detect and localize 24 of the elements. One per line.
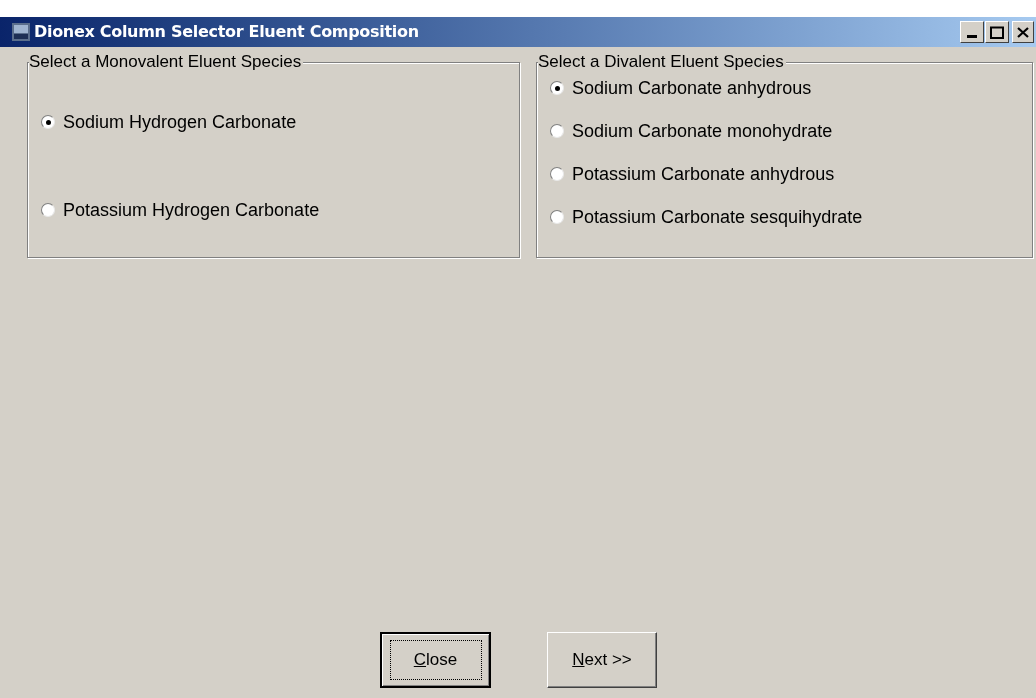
radio-option[interactable]: Potassium Hydrogen Carbonate [41,199,519,221]
radio-option[interactable]: Potassium Carbonate sesquihydrate [550,206,1032,228]
radio-option[interactable]: Potassium Carbonate anhydrous [550,163,1032,185]
radio-button[interactable] [550,81,564,95]
group-title: Select a Monovalent Eluent Species [29,52,304,72]
radio-button[interactable] [550,210,564,224]
window-title: Dionex Column Selector Eluent Composition [34,21,419,43]
radio-option[interactable]: Sodium Hydrogen Carbonate [41,111,519,133]
next-button[interactable]: Next >> [547,632,657,688]
maximize-icon [990,25,1004,39]
app-icon [12,23,30,41]
radio-button[interactable] [550,124,564,138]
minimize-button[interactable] [960,21,984,43]
radio-button[interactable] [550,167,564,181]
maximize-button[interactable] [985,21,1009,43]
group-title: Select a Divalent Eluent Species [538,52,786,72]
radio-button[interactable] [41,115,55,129]
radio-option[interactable]: Sodium Carbonate anhydrous [550,77,1032,99]
close-dialog-button[interactable]: Close [380,632,491,688]
close-icon [1017,26,1029,38]
minimize-icon [967,35,977,38]
close-button[interactable] [1012,21,1034,43]
radio-button[interactable] [41,203,55,217]
radio-option[interactable]: Sodium Carbonate monohydrate [550,120,1032,142]
